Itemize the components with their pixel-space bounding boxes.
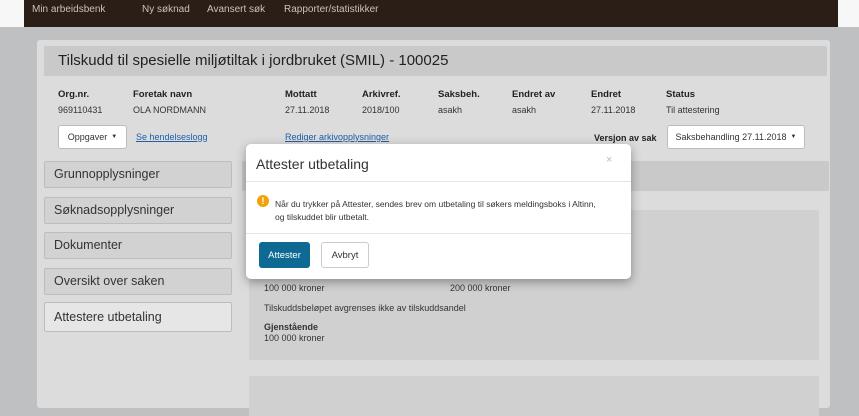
- sidebar-item-basic-info[interactable]: Grunnopplysninger: [44, 161, 232, 188]
- close-icon[interactable]: ×: [606, 154, 612, 166]
- tasks-dropdown-button[interactable]: Oppgaver ▼: [58, 125, 127, 149]
- case-handler-value: asakh: [438, 105, 463, 115]
- version-dropdown[interactable]: Saksbehandling 27.11.2018 ▼: [667, 125, 805, 149]
- changed-by-value: asakh: [512, 105, 537, 115]
- changed-value: 27.11.2018: [591, 105, 636, 115]
- nav-item-workbench[interactable]: Min arbeidsbenk: [32, 4, 105, 15]
- case-title-bar: Tilskudd til spesielle miljøtiltak i jor…: [44, 46, 827, 76]
- attest-button[interactable]: Attester: [259, 242, 310, 268]
- edit-archive-link[interactable]: Rediger arkivopplysninger: [285, 132, 389, 142]
- changed-label: Endret: [591, 89, 622, 100]
- remaining-value: 100 000 kroner: [264, 333, 325, 343]
- received-label: Mottatt: [285, 89, 317, 100]
- attest-payment-modal: Attester utbetaling × ! Når du trykker p…: [246, 144, 631, 279]
- sidebar-item-documents[interactable]: Dokumenter: [44, 232, 232, 259]
- amount-value-1: 100 000 kroner: [264, 283, 325, 293]
- company-name-value: OLA NORDMANN: [133, 105, 207, 115]
- modal-title: Attester utbetaling: [256, 156, 369, 172]
- nav-bar: Min arbeidsbenk Ny søknad Avansert søk R…: [24, 0, 838, 27]
- nav-item-new-application[interactable]: Ny søknad: [142, 4, 190, 15]
- modal-message: Når du trykker på Attester, sendes brev …: [275, 198, 596, 224]
- page-title: Tilskudd til spesielle miljøtiltak i jor…: [58, 52, 449, 69]
- nav-item-advanced-search[interactable]: Avansert søk: [207, 4, 265, 15]
- version-value: Saksbehandling 27.11.2018: [675, 132, 787, 142]
- modal-message-line-2: og tilskuddet blir utbetalt.: [275, 212, 370, 222]
- amount-value-2: 200 000 kroner: [450, 283, 511, 293]
- cancel-button[interactable]: Avbryt: [321, 242, 369, 268]
- status-label: Status: [666, 89, 696, 100]
- changed-by-label: Endret av: [512, 89, 556, 100]
- org-nr-value: 969110431: [58, 105, 103, 115]
- modal-message-line-1: Når du trykker på Attester, sendes brev …: [275, 199, 596, 209]
- archive-ref-label: Arkivref.: [362, 89, 401, 100]
- secondary-card: [249, 376, 819, 416]
- status-value: Til attestering: [666, 105, 720, 115]
- warning-icon: !: [257, 195, 269, 207]
- nav-item-reports[interactable]: Rapporter/statistikker: [284, 4, 378, 15]
- caret-down-icon: ▼: [790, 134, 797, 140]
- version-label: Versjon av sak: [594, 133, 657, 143]
- remaining-label: Gjenstående: [264, 322, 319, 332]
- modal-footer-divider: [246, 233, 631, 234]
- modal-header-divider: [246, 181, 631, 182]
- top-navigation: Min arbeidsbenk Ny søknad Avansert søk R…: [0, 0, 859, 27]
- tasks-button-label: Oppgaver: [67, 132, 108, 142]
- subsidy-note: Tilskuddsbeløpet avgrenses ikke av tilsk…: [264, 303, 466, 313]
- sidebar-item-case-overview[interactable]: Oversikt over saken: [44, 268, 232, 295]
- caret-down-icon: ▼: [111, 134, 118, 140]
- sidebar-item-attest-payment[interactable]: Attestere utbetaling: [44, 302, 232, 332]
- event-log-link[interactable]: Se hendelseslogg: [136, 132, 208, 142]
- archive-ref-value: 2018/100: [362, 105, 400, 115]
- org-nr-label: Org.nr.: [58, 89, 90, 100]
- case-handler-label: Saksbeh.: [438, 89, 480, 100]
- sidebar-item-application-info[interactable]: Søknadsopplysninger: [44, 197, 232, 224]
- received-value: 27.11.2018: [285, 105, 330, 115]
- company-name-label: Foretak navn: [133, 89, 193, 100]
